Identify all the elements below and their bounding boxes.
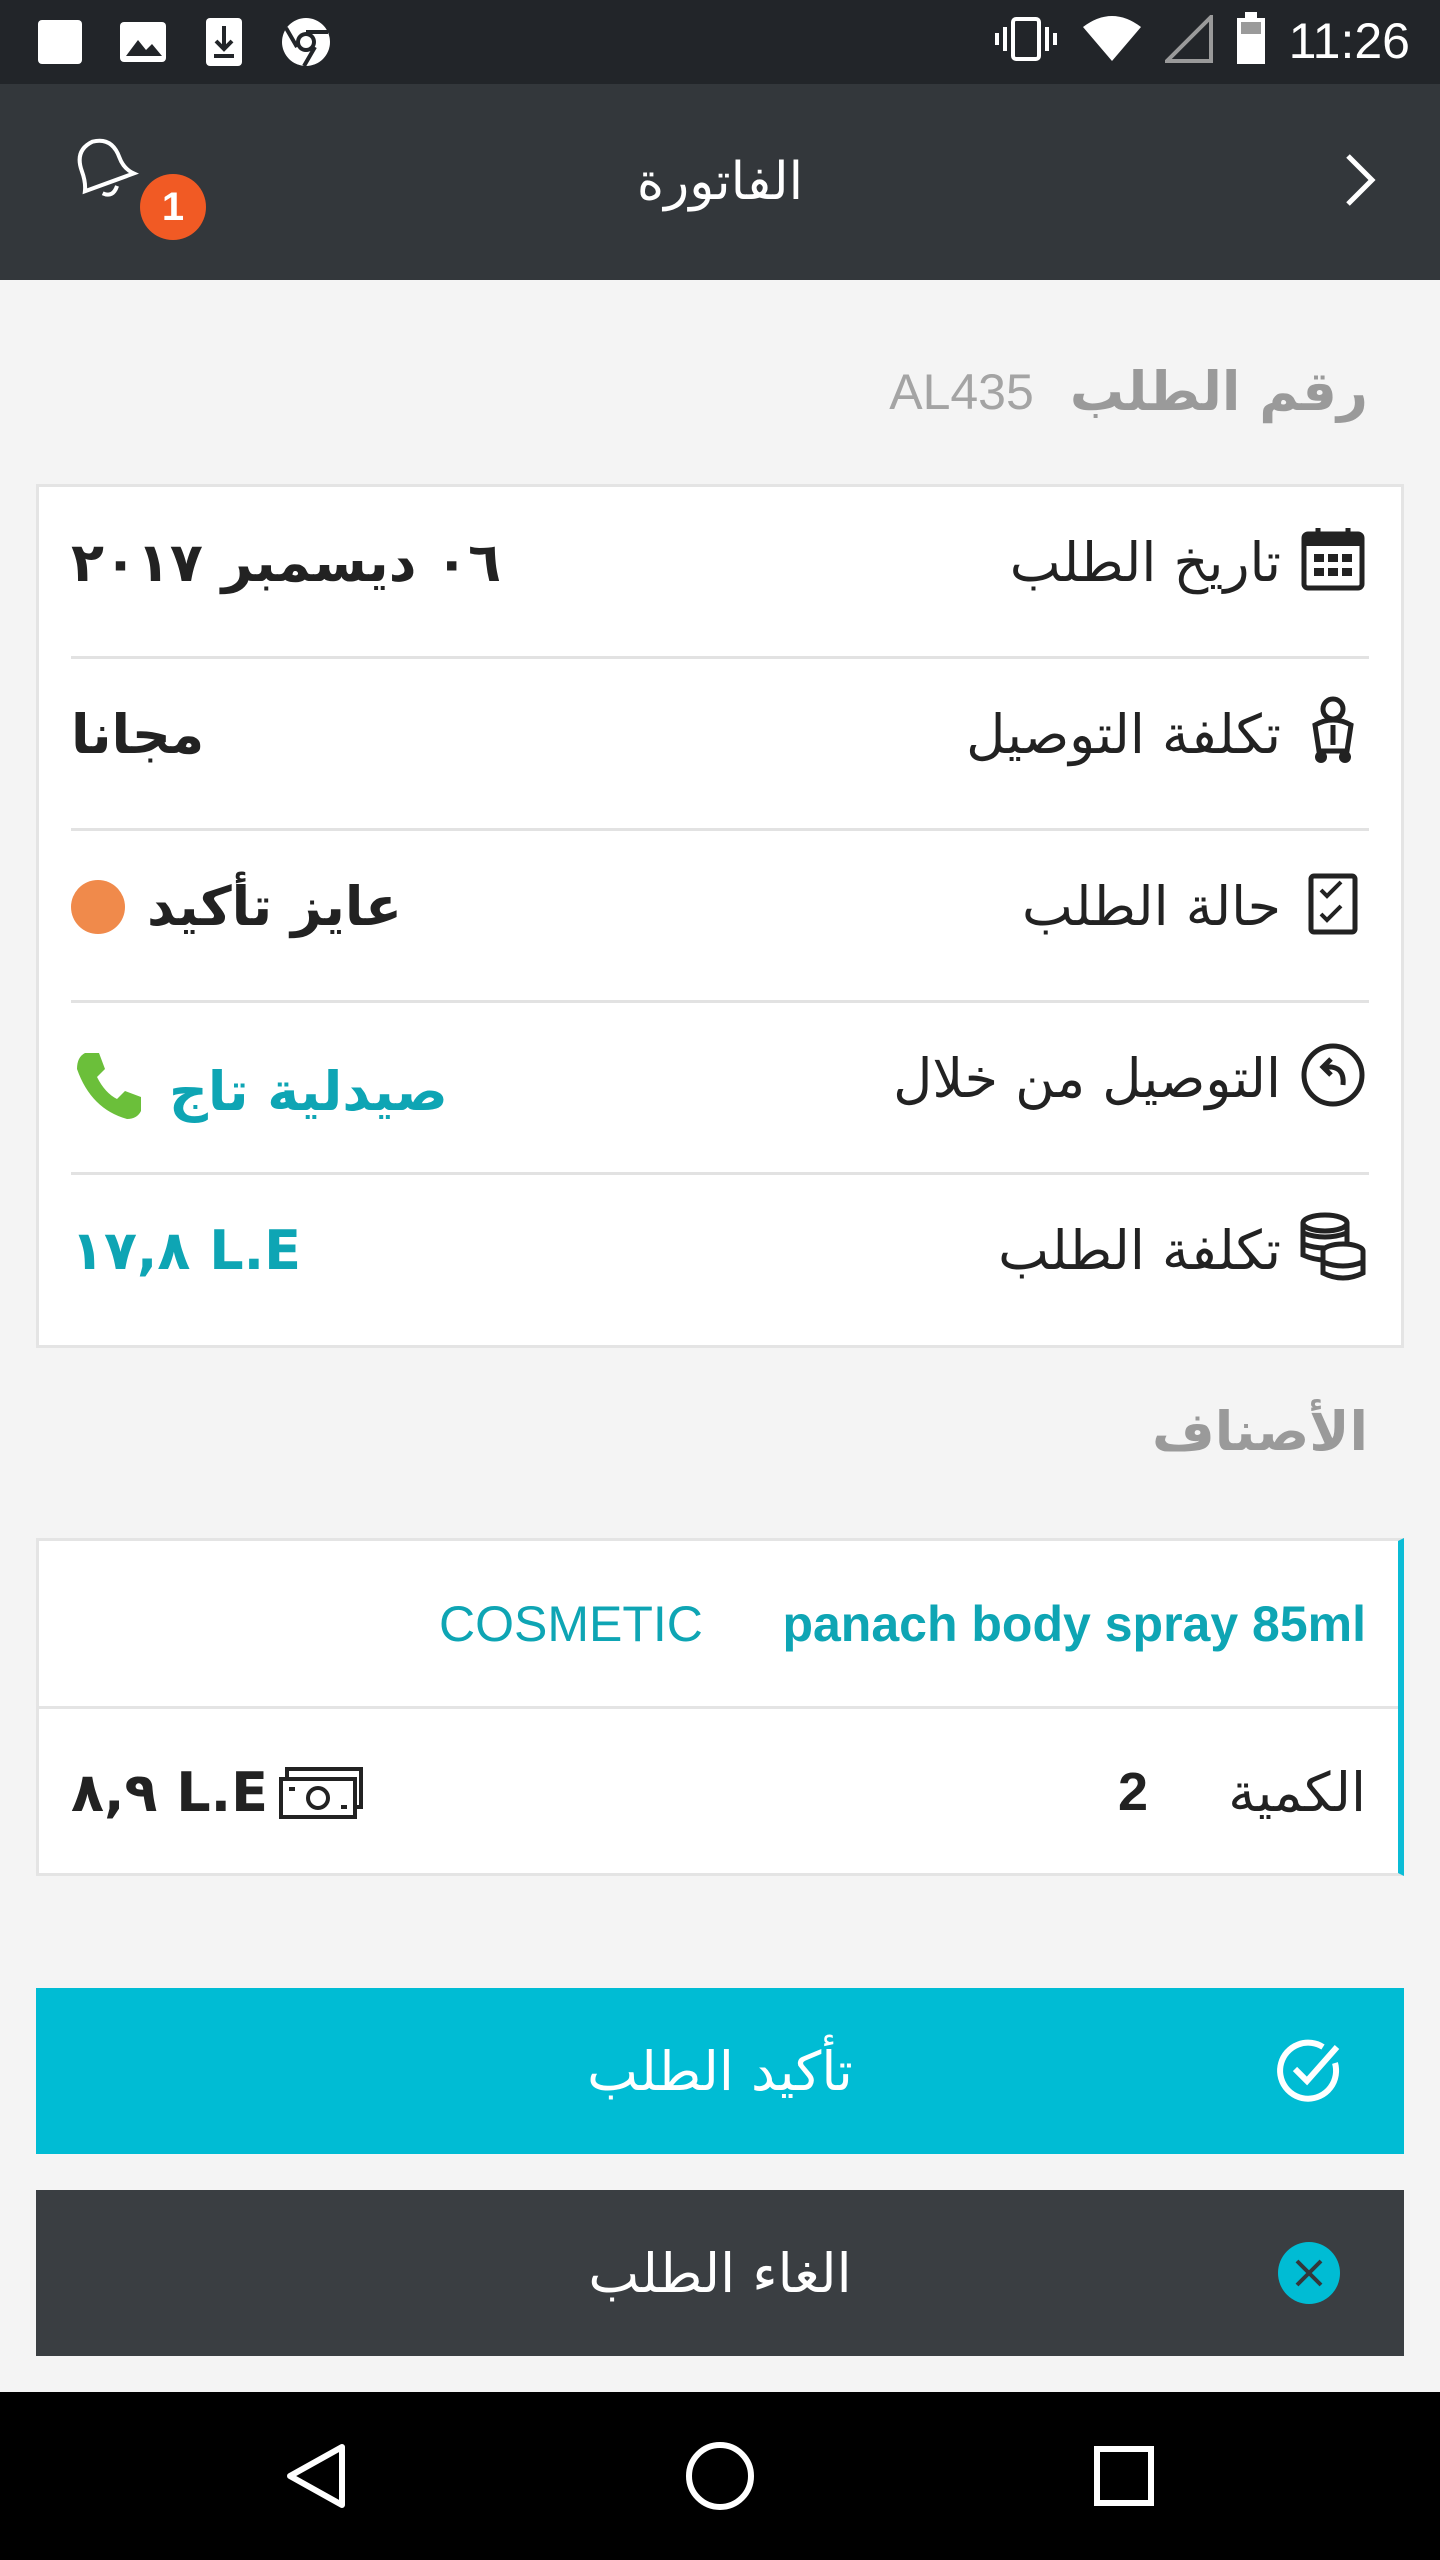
item-details: الكمية 2 L.E ٨,٩ <box>39 1709 1398 1879</box>
item-price: L.E ٨,٩ <box>71 1761 269 1824</box>
detail-label: تكلفة التوصيل <box>966 703 1281 766</box>
checklist-icon <box>1297 867 1369 939</box>
order-status-value: عايز تأكيد <box>147 875 403 938</box>
home-circle-icon <box>684 2440 756 2516</box>
banknote-icon <box>277 1765 365 1825</box>
pharmacy-link[interactable]: صيدلية تاج <box>71 1047 448 1136</box>
battery-icon <box>1235 12 1267 70</box>
detail-label: تكلفة الطلب <box>998 1219 1281 1282</box>
item-name: panach body spray 85ml <box>782 1596 1366 1652</box>
detail-value: عايز تأكيد <box>71 875 402 938</box>
nav-back-button[interactable] <box>268 2430 364 2526</box>
check-circle-icon <box>1266 2028 1352 2114</box>
detail-value: L.E ١٧,٨ <box>71 1219 301 1282</box>
detail-row-order-cost: تكلفة الطلب L.E ١٧,٨ <box>71 1175 1369 1347</box>
chrome-icon <box>280 16 332 72</box>
status-bar: 11:26 <box>0 0 1440 84</box>
nav-home-button[interactable] <box>672 2430 768 2526</box>
system-nav-bar <box>0 2392 1440 2560</box>
signal-icon <box>1161 12 1213 67</box>
detail-row-date: تاريخ الطلب ٠٦ ديسمبر ٢٠١٧ <box>71 487 1369 659</box>
item-category: COSMETIC <box>439 1596 703 1652</box>
vibrate-icon <box>993 15 1059 67</box>
delivery-scooter-icon <box>1297 695 1369 767</box>
chevron-right-icon <box>1340 152 1380 212</box>
back-button[interactable] <box>1320 142 1400 222</box>
pharmacy-name: صيدلية تاج <box>169 1060 448 1123</box>
phone-icon[interactable] <box>71 1047 147 1136</box>
confirm-order-button[interactable]: تأكيد الطلب <box>36 1988 1404 2154</box>
page-title: الفاتورة <box>636 152 804 212</box>
app-bar: الفاتورة 1 <box>0 84 1440 280</box>
quantity-value: 2 <box>1117 1762 1148 1822</box>
detail-label: تاريخ الطلب <box>1009 531 1281 594</box>
delivery-cost-value: مجانا <box>71 703 205 766</box>
detail-row-delivered-by: التوصيل من خلال صيدلية تاج <box>71 1003 1369 1175</box>
detail-row-status: حالة الطلب عايز تأكيد <box>71 831 1369 1003</box>
detail-label: التوصيل من خلال <box>893 1047 1281 1110</box>
list-item: panach body spray 85ml COSMETIC الكمية 2… <box>36 1538 1404 1876</box>
order-number-label: رقم الطلب <box>1069 360 1368 423</box>
order-date-value: ٠٦ ديسمبر ٢٠١٧ <box>71 531 502 594</box>
status-dot <box>71 879 125 934</box>
nav-recents-button[interactable] <box>1076 2430 1172 2526</box>
order-number-value: AL435 <box>889 363 1034 420</box>
close-circle-icon <box>1266 2230 1352 2316</box>
detail-row-delivery-cost: تكلفة التوصيل مجانا <box>71 659 1369 831</box>
wifi-icon <box>1081 15 1143 67</box>
detail-label: حالة الطلب <box>1021 875 1281 938</box>
confirm-button-label: تأكيد الطلب <box>587 2039 853 2103</box>
bell-icon <box>60 126 144 214</box>
items-section-title: الأصناف <box>1152 1400 1368 1463</box>
order-number: رقم الطلب AL435 <box>889 360 1368 423</box>
image-icon <box>118 18 168 70</box>
return-arrow-icon <box>1297 1039 1369 1111</box>
item-header: panach body spray 85ml COSMETIC <box>39 1541 1398 1709</box>
download-icon <box>202 16 246 72</box>
order-details-card: تاريخ الطلب ٠٦ ديسمبر ٢٠١٧ تكلفة التوصيل… <box>36 484 1404 1348</box>
calendar-icon <box>1297 523 1369 595</box>
notifications-button[interactable]: 1 <box>60 126 210 246</box>
back-triangle-icon <box>284 2441 348 2515</box>
cancel-button-label: الغاء الطلب <box>588 2241 852 2305</box>
coins-stack-icon <box>1297 1211 1369 1283</box>
status-time: 11:26 <box>1288 13 1410 69</box>
quantity-label: الكمية <box>1228 1761 1366 1824</box>
cancel-order-button[interactable]: الغاء الطلب <box>36 2190 1404 2356</box>
recents-square-icon <box>1093 2445 1155 2511</box>
detail-value: مجانا <box>71 703 204 766</box>
notification-badge: 1 <box>140 174 206 240</box>
detail-value: ٠٦ ديسمبر ٢٠١٧ <box>71 531 501 594</box>
order-cost-value: L.E ١٧,٨ <box>71 1219 302 1282</box>
notification-square-icon <box>36 18 84 70</box>
